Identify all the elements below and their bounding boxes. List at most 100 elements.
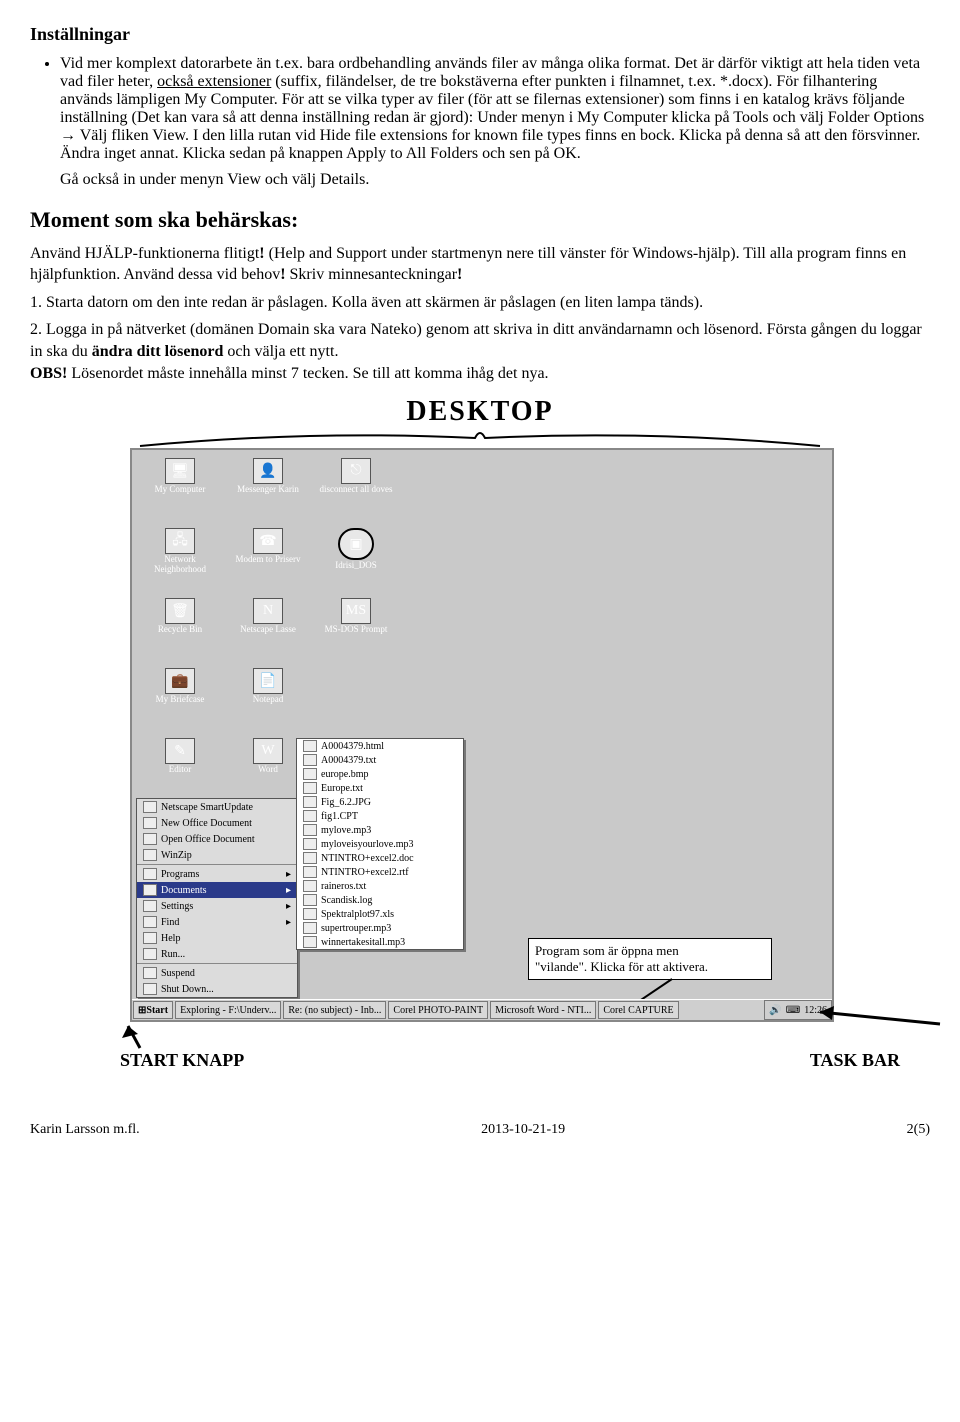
submenu-item[interactable]: winnertakesitall.mp3 [297, 935, 463, 949]
submenu-item[interactable]: Spektralplot97.xls [297, 907, 463, 921]
file-label: NTINTRO+excel2.rtf [321, 867, 409, 878]
submenu-item[interactable]: NTINTRO+excel2.doc [297, 851, 463, 865]
icon-label: My Computer [155, 484, 206, 494]
desktop-icon[interactable]: MSMS-DOS Prompt [314, 598, 398, 662]
file-icon [303, 782, 317, 794]
submenu-item[interactable]: NTINTRO+excel2.rtf [297, 865, 463, 879]
taskbar-button[interactable]: Corel CAPTURE [598, 1001, 678, 1019]
desktop-icon[interactable]: NNetscape Lasse [226, 598, 310, 662]
start-menu-item-documents[interactable]: Documents▸ [137, 882, 297, 898]
icon-label: Modem to Priserv [236, 554, 301, 564]
taskbar-label: TASK BAR [810, 1050, 900, 1071]
start-label: Start [146, 1005, 168, 1016]
submenu-item[interactable]: fig1.CPT [297, 809, 463, 823]
file-icon [303, 824, 317, 836]
file-icon [303, 908, 317, 920]
desktop-icon[interactable]: 💼My Briefcase [138, 668, 222, 732]
start-menu-item[interactable]: Shut Down... [137, 981, 297, 997]
file-label: fig1.CPT [321, 811, 358, 822]
file-icon [303, 852, 317, 864]
file-icon [303, 768, 317, 780]
start-menu-item[interactable]: Run... [137, 946, 297, 962]
doc-icon [143, 801, 157, 813]
desktop-icon[interactable]: ✎Editor [138, 738, 222, 802]
taskbar-button[interactable]: Re: (no subject) - Inb... [283, 1001, 386, 1019]
submenu-item[interactable]: A0004379.txt [297, 753, 463, 767]
start-arrow-icon [120, 1020, 160, 1050]
submenu-item[interactable]: europe.bmp [297, 767, 463, 781]
desktop-label: DESKTOP [30, 396, 930, 428]
file-label: NTINTRO+excel2.doc [321, 853, 414, 864]
taskbar-button[interactable]: Exploring - F:\Underv... [175, 1001, 281, 1019]
desktop-icon[interactable]: ⎋disconnect all doves [314, 458, 398, 522]
bullet-after: Gå också in under menyn View och välj De… [60, 169, 930, 191]
windows-icon: ⊞ [138, 1005, 146, 1016]
footer-center: 2013-10-21-19 [481, 1122, 565, 1138]
obs-label: OBS! [30, 365, 67, 382]
desktop-icon[interactable]: 🗑Recycle Bin [138, 598, 222, 662]
start-menu-item[interactable]: WinZip [137, 847, 297, 863]
file-label: Europe.txt [321, 783, 363, 794]
start-menu-item[interactable]: New Office Document [137, 815, 297, 831]
start-menu-item[interactable]: Suspend [137, 965, 297, 981]
icon-label: Idrisi_DOS [335, 560, 377, 570]
icon-label: Messenger Karin [237, 484, 299, 494]
start-menu-item[interactable]: Programs▸ [137, 866, 297, 882]
menu-label: Open Office Document [161, 834, 255, 845]
file-icon [303, 838, 317, 850]
submenu-item[interactable]: raineros.txt [297, 879, 463, 893]
desktop-icon[interactable]: 🖥My Computer [138, 458, 222, 522]
submenu-item[interactable]: Scandisk.log [297, 893, 463, 907]
modem-icon: ☎ [253, 528, 283, 554]
num2-c: och välja ett nytt. [223, 343, 338, 360]
moment-text-c: Skriv minnesanteckningar [286, 266, 458, 283]
icon-label: Notepad [253, 694, 284, 704]
submenu-item[interactable]: mylove.mp3 [297, 823, 463, 837]
file-label: A0004379.txt [321, 755, 376, 766]
desktop-icon[interactable]: 📄Notepad [226, 668, 310, 732]
bullet-list: Vid mer komplext datorarbete än t.ex. ba… [30, 55, 930, 191]
desktop-icon[interactable]: ☎Modem to Priserv [226, 528, 310, 592]
submenu-item[interactable]: myloveisyourlove.mp3 [297, 837, 463, 851]
desktop-icon[interactable]: 👤Messenger Karin [226, 458, 310, 522]
curly-brace [130, 428, 830, 448]
messenger-icon: 👤 [253, 458, 283, 484]
menu-label: Suspend [161, 968, 195, 979]
menu-label: New Office Document [161, 818, 252, 829]
zip-icon [143, 849, 157, 861]
start-button[interactable]: ⊞Start [133, 1001, 173, 1019]
menu-label: Find [161, 917, 179, 928]
desktop-icon[interactable]: ▣Idrisi_DOS [314, 528, 398, 592]
desktop-icon[interactable]: 🖧Network Neighborhood [138, 528, 222, 592]
taskbar-button[interactable]: Corel PHOTO-PAINT [388, 1001, 488, 1019]
recycle-icon: 🗑 [165, 598, 195, 624]
settings-icon [143, 900, 157, 912]
documents-icon [143, 884, 157, 896]
file-label: raineros.txt [321, 881, 366, 892]
run-icon [143, 948, 157, 960]
submenu-item[interactable]: supertrouper.mp3 [297, 921, 463, 935]
file-icon [303, 810, 317, 822]
submenu-item[interactable]: Europe.txt [297, 781, 463, 795]
file-icon [303, 936, 317, 948]
submenu-item[interactable]: Fig_6.2.JPG [297, 795, 463, 809]
start-menu-item[interactable]: Netscape SmartUpdate [137, 799, 297, 815]
documents-submenu[interactable]: A0004379.html A0004379.txt europe.bmp Eu… [296, 738, 464, 950]
icon-label: Netscape Lasse [240, 624, 296, 634]
icon-label: Recycle Bin [158, 624, 202, 634]
separator [137, 864, 297, 865]
start-menu-item[interactable]: Settings▸ [137, 898, 297, 914]
briefcase-icon: 💼 [165, 668, 195, 694]
section-title: Inställningar [30, 24, 930, 45]
file-label: Spektralplot97.xls [321, 909, 394, 920]
separator [137, 963, 297, 964]
start-menu-item[interactable]: Open Office Document [137, 831, 297, 847]
start-menu[interactable]: Netscape SmartUpdate New Office Document… [136, 798, 298, 998]
start-menu-item[interactable]: Find▸ [137, 914, 297, 930]
icon-label: Word [258, 764, 278, 774]
disconnect-icon: ⎋ [341, 458, 371, 484]
taskbar-button[interactable]: Microsoft Word - NTI... [490, 1001, 596, 1019]
start-menu-item[interactable]: Help [137, 930, 297, 946]
programs-icon [143, 868, 157, 880]
submenu-item[interactable]: A0004379.html [297, 739, 463, 753]
